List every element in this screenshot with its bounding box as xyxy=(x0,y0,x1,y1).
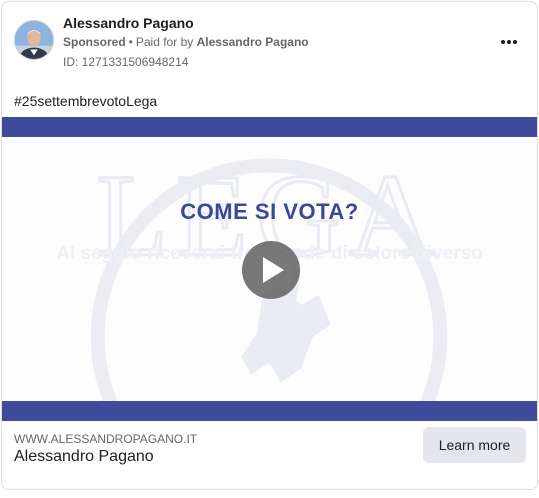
ad-card: Alessandro Pagano Sponsored • Paid for by … xyxy=(1,1,538,490)
learn-more-button[interactable]: Learn more xyxy=(423,427,526,463)
separator-dot: • xyxy=(128,35,133,49)
ad-id: ID: 1271331506948214 xyxy=(63,55,189,69)
more-horizontal-icon-dot xyxy=(513,40,517,44)
more-options-button[interactable] xyxy=(495,30,523,54)
avatar-image xyxy=(15,21,53,59)
link-footer[interactable]: WWW.ALESSANDROPAGANO.IT Alessandro Pagan… xyxy=(2,423,537,489)
more-horizontal-icon-dot xyxy=(507,40,511,44)
ad-caption: #25settembrevotoLega xyxy=(14,93,158,109)
more-horizontal-icon xyxy=(501,40,505,44)
avatar[interactable] xyxy=(14,20,54,60)
link-url[interactable]: WWW.ALESSANDROPAGANO.IT xyxy=(14,432,197,446)
play-button[interactable] xyxy=(242,241,300,299)
video-title: COME SI VOTA? xyxy=(180,199,359,224)
top-color-band xyxy=(2,117,537,137)
video-media[interactable]: LEGA Al seggio riceverai tre schede di c… xyxy=(2,117,537,423)
payer-name: Alessandro Pagano xyxy=(196,35,309,49)
ad-header: Alessandro Pagano Sponsored • Paid for by … xyxy=(2,2,537,82)
sponsored-line: Sponsored • Paid for by Alessandro Pagano xyxy=(63,35,309,49)
link-title[interactable]: Alessandro Pagano xyxy=(14,448,154,466)
bottom-color-band xyxy=(2,401,537,421)
paid-for-label: Paid for by xyxy=(135,35,194,49)
page-name[interactable]: Alessandro Pagano xyxy=(63,15,194,31)
play-icon xyxy=(263,257,284,283)
sponsored-label: Sponsored xyxy=(63,35,126,49)
